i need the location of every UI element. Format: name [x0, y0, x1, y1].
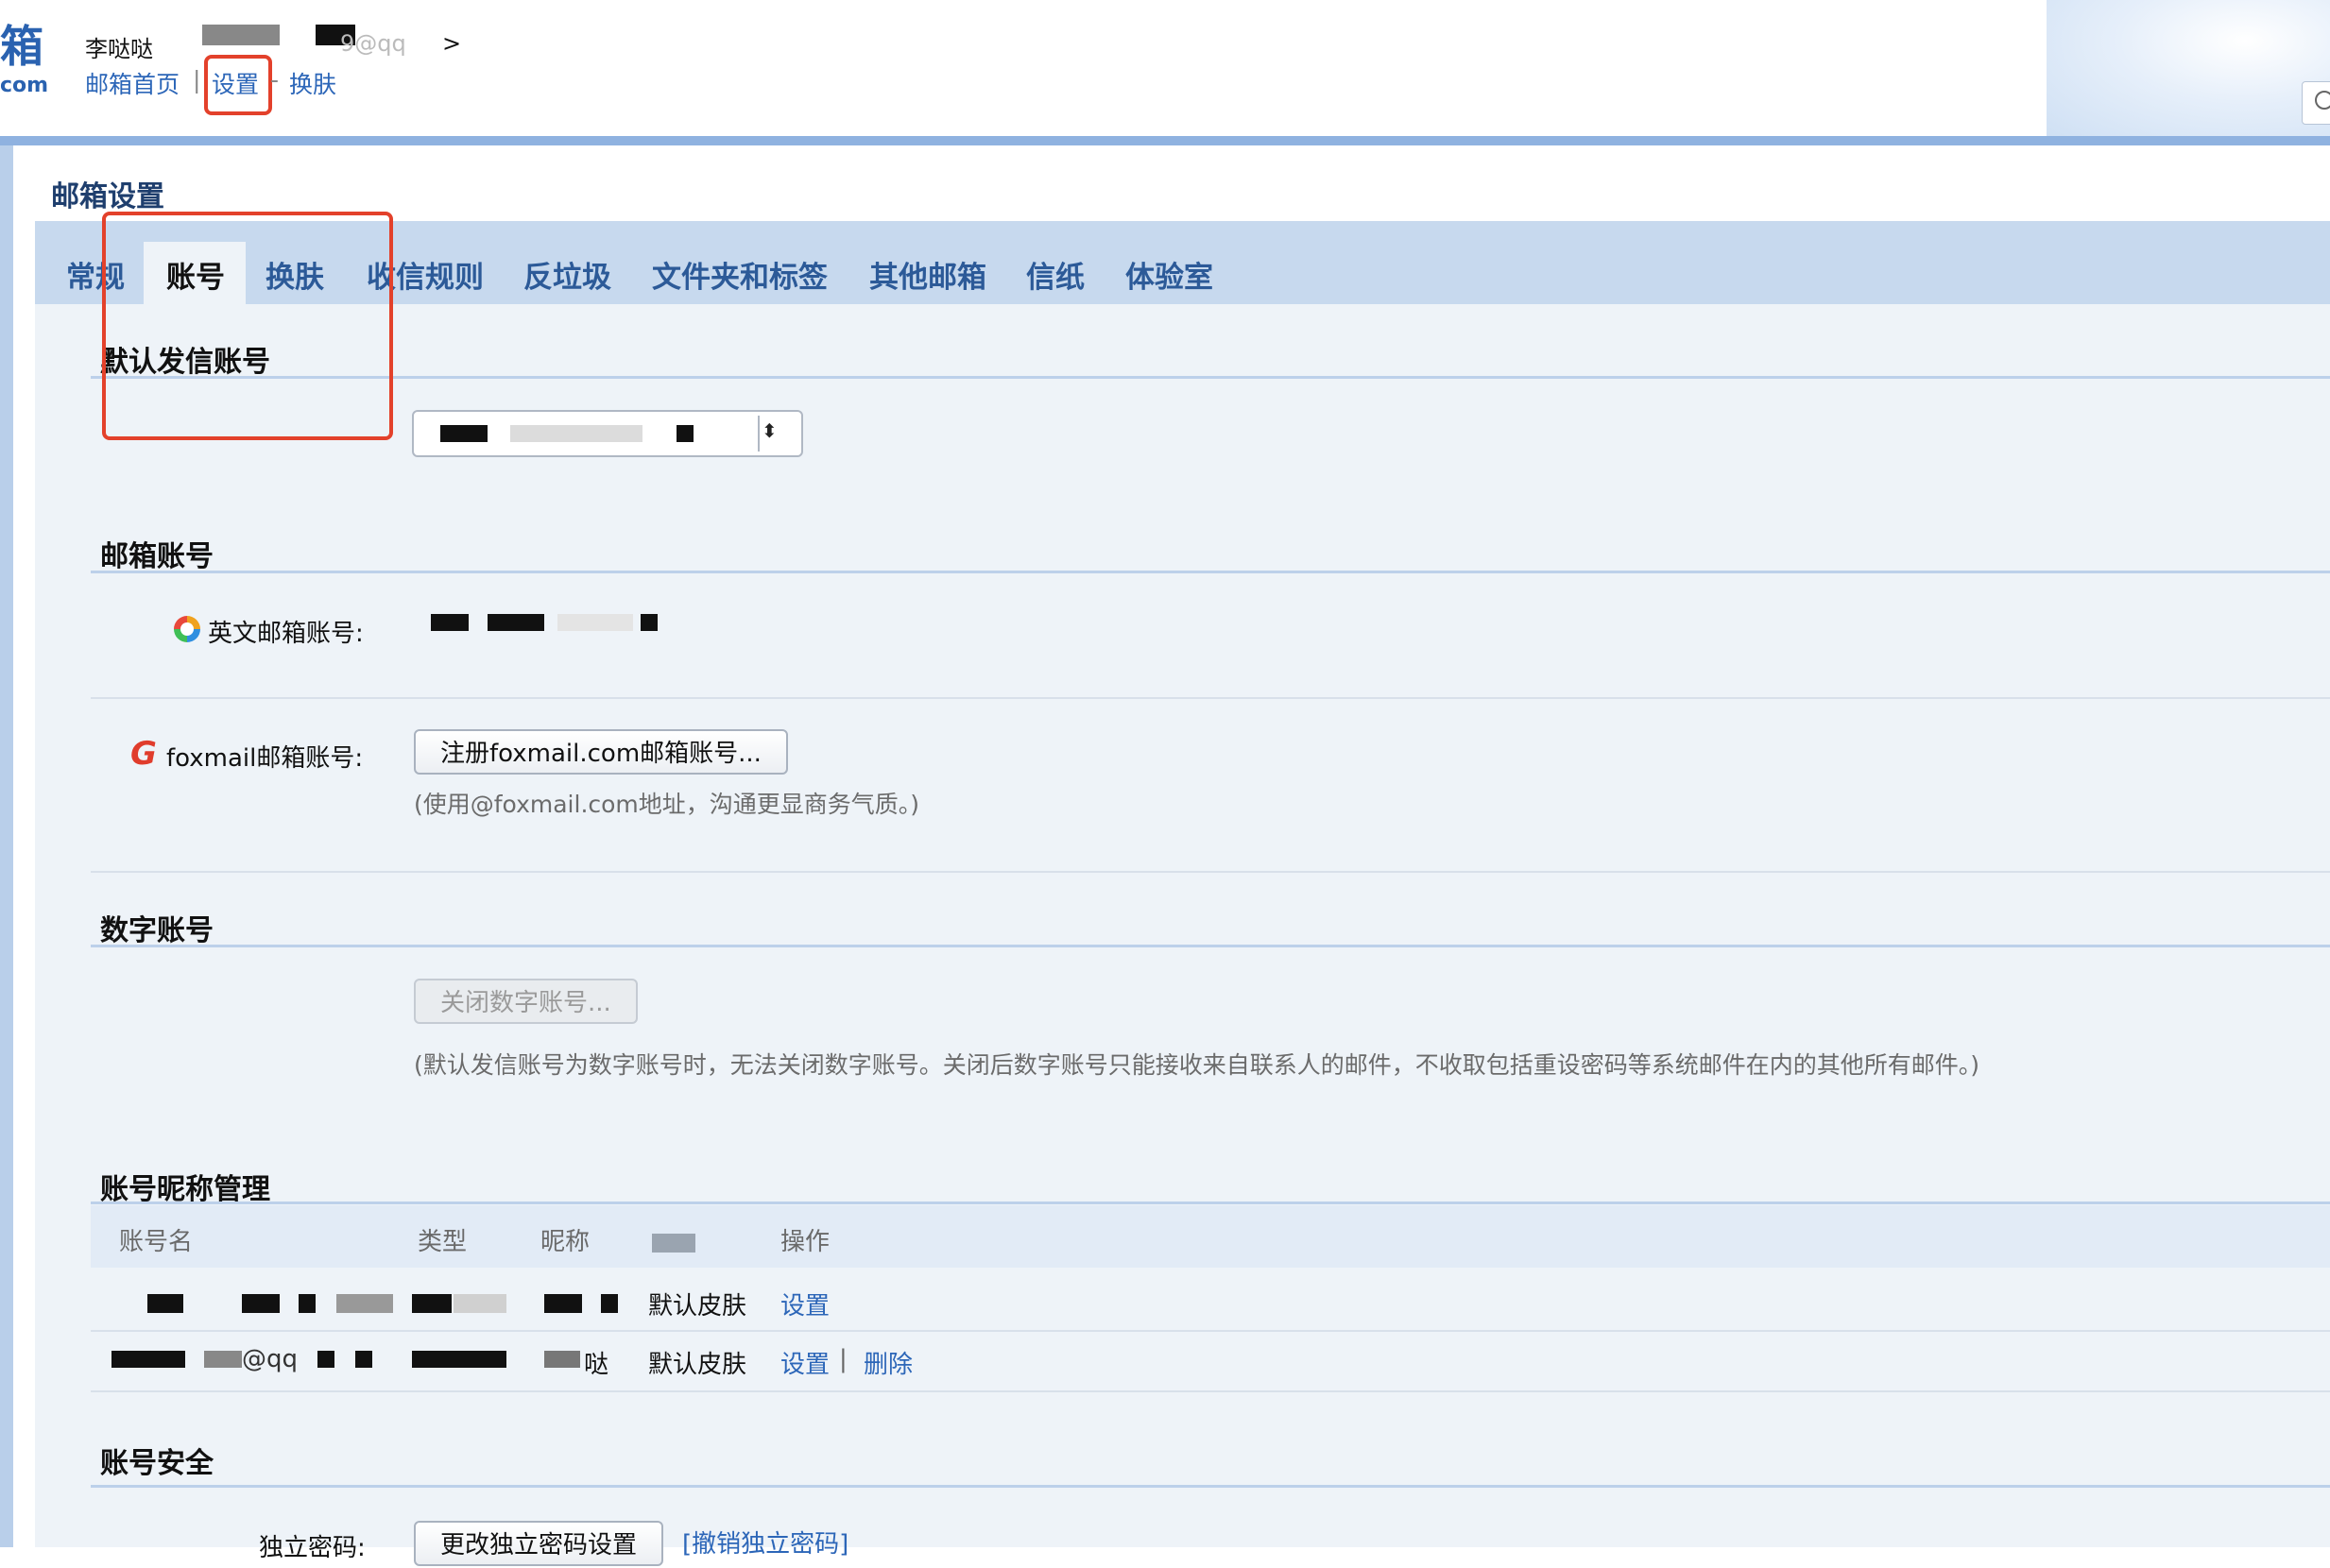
row-skin: 默认皮肤	[648, 1351, 747, 1379]
skin-link[interactable]: 换肤	[289, 66, 336, 100]
qq-mail-icon	[174, 616, 200, 642]
change-independent-password-button[interactable]: 更改独立密码设置	[414, 1521, 664, 1566]
section-divider	[91, 1485, 2330, 1488]
header-separator: |	[193, 66, 201, 94]
row-divider	[91, 871, 2330, 873]
row-settings-link[interactable]: 设置	[780, 1287, 830, 1321]
column-header-actions: 操作	[780, 1228, 831, 1256]
redacted-column-header	[652, 1234, 695, 1253]
redacted-nickname	[544, 1351, 580, 1368]
redacted-account-name	[299, 1294, 316, 1313]
foxmail-account-label: foxmail邮箱账号:	[166, 744, 364, 773]
highlight-account-tab	[102, 212, 393, 440]
section-title-mail-account: 邮箱账号	[100, 540, 214, 573]
redacted-account-name	[317, 1351, 334, 1368]
user-name: 李哒哒	[85, 36, 153, 62]
redacted-select-value	[677, 425, 694, 442]
row-nickname: 哒	[584, 1351, 609, 1379]
action-separator: |	[839, 1345, 848, 1373]
independent-password-label: 独立密码:	[259, 1534, 366, 1562]
redacted-account-name	[204, 1351, 242, 1368]
header-divider-bar	[0, 136, 2330, 145]
table-row-divider	[91, 1390, 2330, 1392]
select-chevron-icon[interactable]: ⬍	[762, 419, 778, 442]
page-title: 邮箱设置	[51, 180, 164, 213]
header-separator: -	[270, 66, 280, 94]
redacted-english-account	[557, 614, 633, 631]
register-foxmail-button[interactable]: 注册foxmail.com邮箱账号...	[414, 729, 788, 775]
column-header-type: 类型	[418, 1228, 468, 1256]
redacted-account-name	[242, 1294, 280, 1313]
redacted-email-part	[202, 25, 280, 45]
tab-stationery[interactable]: 信纸	[1026, 253, 1085, 296]
redacted-type	[412, 1294, 452, 1313]
highlight-settings-link	[204, 55, 272, 115]
user-email-fragment: 9@qq	[340, 30, 406, 57]
redacted-select-value	[440, 425, 488, 442]
redacted-type	[454, 1294, 506, 1313]
section-divider	[91, 945, 2330, 947]
section-title-digital-account: 数字账号	[100, 914, 214, 947]
section-divider	[91, 1202, 2330, 1204]
row-settings-link[interactable]: 设置	[780, 1345, 830, 1380]
redacted-nickname	[544, 1294, 582, 1313]
redacted-english-account	[641, 614, 658, 631]
tab-other-mailboxes[interactable]: 其他邮箱	[869, 253, 986, 296]
english-account-label: 英文邮箱账号:	[208, 620, 364, 648]
close-digital-account-button[interactable]: 关闭数字账号...	[414, 979, 638, 1024]
select-divider	[758, 416, 760, 452]
column-header-nickname: 昵称	[540, 1228, 591, 1256]
redacted-account-name	[111, 1351, 185, 1368]
row-delete-link[interactable]: 删除	[864, 1345, 913, 1380]
section-title-account-security: 账号安全	[100, 1447, 214, 1480]
digital-account-hint: (默认发信账号为数字账号时，无法关闭数字账号。关闭后数字账号只能接收来自联系人的…	[414, 1051, 1980, 1079]
redacted-english-account	[431, 614, 469, 631]
redacted-account-name	[147, 1294, 183, 1313]
redacted-nickname	[601, 1294, 618, 1313]
redacted-account-name	[355, 1351, 372, 1368]
redacted-type	[412, 1351, 506, 1368]
logo[interactable]: 箱	[0, 25, 43, 68]
foxmail-hint: (使用@foxmail.com地址，沟通更显商务气质。)	[414, 791, 920, 818]
header-sky-background	[2047, 0, 2330, 137]
tab-lab[interactable]: 体验室	[1125, 253, 1213, 296]
search-icon[interactable]	[2315, 91, 2330, 110]
redacted-select-value	[510, 425, 642, 442]
user-menu-arrow[interactable]: >	[442, 30, 461, 57]
table-row-divider	[91, 1330, 2330, 1332]
section-divider	[91, 571, 2330, 573]
row-account-name: @qq	[242, 1345, 299, 1373]
foxmail-icon: G	[130, 735, 157, 773]
row-divider	[91, 697, 2330, 699]
mail-home-link[interactable]: 邮箱首页	[85, 66, 180, 100]
redacted-english-account	[488, 614, 544, 631]
column-header-account: 账号名	[119, 1228, 194, 1256]
revoke-independent-password-link[interactable]: [撤销独立密码]	[682, 1525, 848, 1559]
logo-suffix: com	[0, 74, 49, 97]
row-skin: 默认皮肤	[648, 1292, 747, 1321]
redacted-account-name	[336, 1294, 393, 1313]
tab-folders-labels[interactable]: 文件夹和标签	[652, 253, 828, 296]
tab-anti-spam[interactable]: 反垃圾	[523, 253, 611, 296]
section-divider	[91, 376, 2330, 379]
left-sidebar-strip	[0, 145, 13, 1547]
